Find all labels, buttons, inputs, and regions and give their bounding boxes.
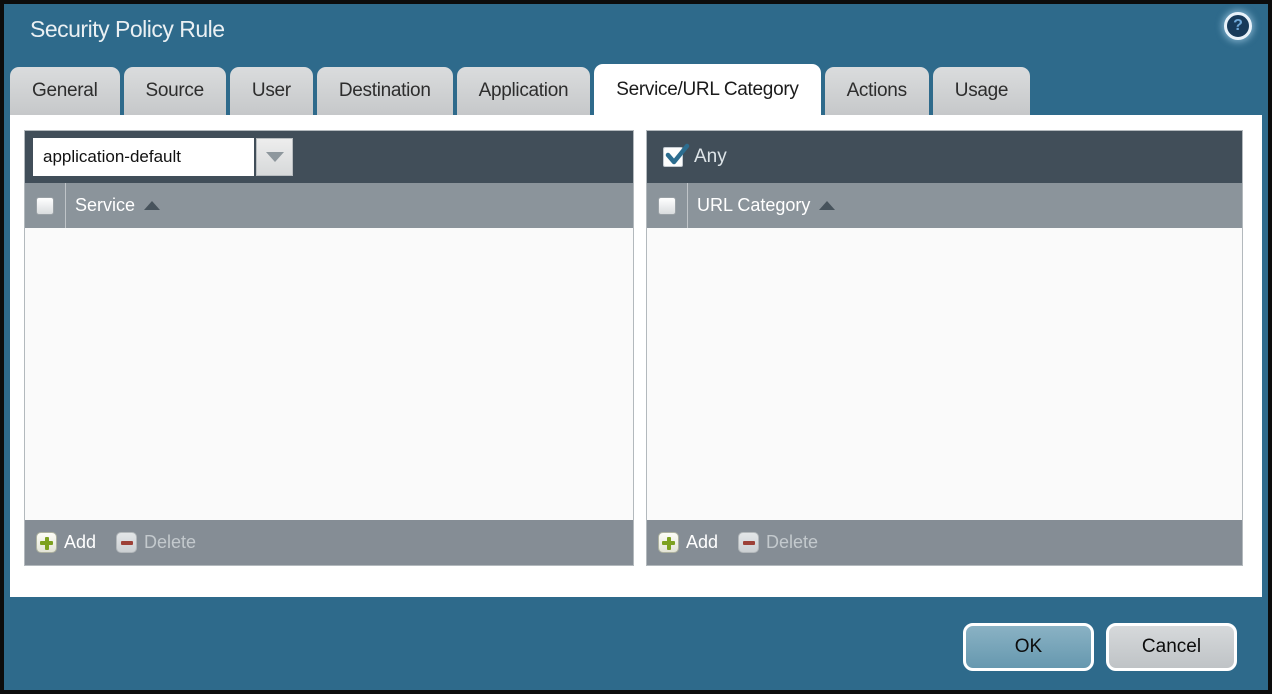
service-panel-toolbar (25, 131, 633, 183)
service-type-dropdown[interactable] (33, 138, 293, 176)
add-icon (36, 532, 57, 553)
service-add-button[interactable]: Add (36, 532, 96, 553)
tab-usage[interactable]: Usage (933, 67, 1030, 115)
delete-icon (116, 532, 137, 553)
url-column-header[interactable]: URL Category (697, 195, 835, 216)
service-select-all-cell (25, 183, 66, 228)
service-panel-footer: Add Delete (25, 520, 633, 565)
help-glyph: ? (1233, 17, 1243, 35)
page-title: Security Policy Rule (30, 16, 225, 43)
tab-general[interactable]: General (10, 67, 120, 115)
tab-source[interactable]: Source (124, 67, 226, 115)
screen: Security Policy Rule ? General Source Us… (0, 0, 1272, 694)
checkmark-icon (664, 143, 690, 169)
url-add-button[interactable]: Add (658, 532, 718, 553)
url-column-header-row: URL Category (647, 183, 1242, 228)
security-policy-rule-dialog: Security Policy Rule ? General Source Us… (4, 4, 1268, 690)
tab-destination[interactable]: Destination (317, 67, 453, 115)
url-table-body (647, 228, 1242, 520)
service-type-dropdown-input[interactable] (33, 138, 254, 176)
service-table-body (25, 228, 633, 520)
url-select-all-cell (647, 183, 688, 228)
service-column-header-row: Service (25, 183, 633, 228)
url-select-all-checkbox[interactable] (658, 197, 676, 215)
service-column-header[interactable]: Service (75, 195, 160, 216)
tab-actions[interactable]: Actions (825, 67, 929, 115)
url-category-panel: Any URL Category Add (646, 130, 1243, 566)
tab-content-area: Service Add Delete (10, 115, 1262, 597)
delete-icon (738, 532, 759, 553)
tab-user[interactable]: User (230, 67, 313, 115)
chevron-down-icon (266, 152, 284, 162)
ok-button[interactable]: OK (963, 623, 1094, 671)
any-row: Any (655, 131, 727, 183)
tab-application[interactable]: Application (457, 67, 591, 115)
any-label: Any (694, 146, 727, 168)
tab-bar: General Source User Destination Applicat… (10, 64, 1030, 115)
service-delete-button[interactable]: Delete (116, 532, 196, 553)
service-select-all-checkbox[interactable] (36, 197, 54, 215)
tab-service-url-category[interactable]: Service/URL Category (594, 64, 820, 115)
url-panel-toolbar: Any (647, 131, 1242, 183)
service-panel: Service Add Delete (24, 130, 634, 566)
sort-ascending-icon (819, 201, 835, 210)
add-icon (658, 532, 679, 553)
url-panel-footer: Add Delete (647, 520, 1242, 565)
sort-ascending-icon (144, 201, 160, 210)
help-icon[interactable]: ? (1224, 12, 1252, 40)
cancel-button[interactable]: Cancel (1106, 623, 1237, 671)
dropdown-arrow-button[interactable] (256, 138, 293, 176)
url-delete-button[interactable]: Delete (738, 532, 818, 553)
any-checkbox[interactable] (663, 147, 683, 167)
